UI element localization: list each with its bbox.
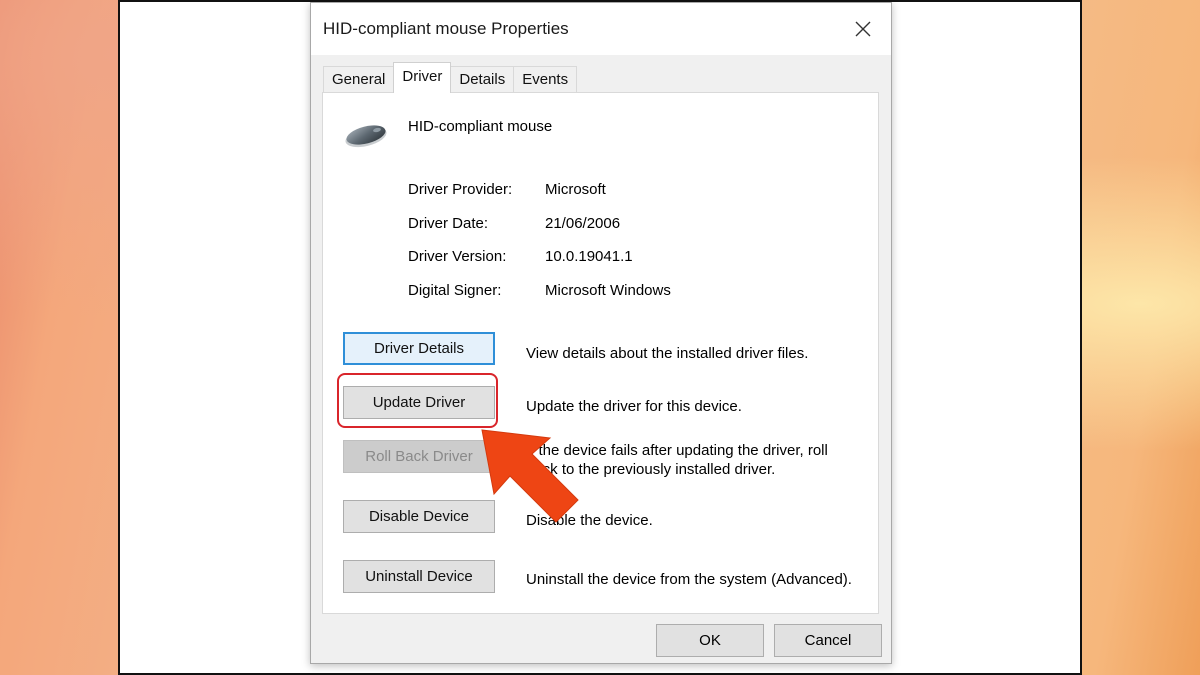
- roll-back-driver-button: Roll Back Driver: [343, 440, 495, 473]
- tab-events[interactable]: Events: [513, 66, 578, 93]
- tab-driver[interactable]: Driver: [393, 62, 452, 93]
- info-value: 10.0.19041.1: [545, 248, 633, 265]
- dialog-title: HID-compliant mouse Properties: [323, 19, 569, 38]
- device-name: HID-compliant mouse: [408, 118, 553, 135]
- tab-bar: General Driver Details Events: [323, 62, 578, 93]
- update-driver-description: Update the driver for this device.: [526, 398, 742, 415]
- info-value: 21/06/2006: [545, 214, 621, 232]
- info-label: Driver Date:: [408, 214, 489, 232]
- uninstall-device-description: Uninstall the device from the system (Ad…: [526, 571, 852, 588]
- ok-button[interactable]: OK: [656, 624, 764, 657]
- info-label: Digital Signer:: [408, 281, 502, 299]
- info-value: Microsoft: [545, 181, 606, 198]
- mouse-icon: [345, 125, 387, 148]
- uninstall-device-button[interactable]: Uninstall Device: [343, 560, 495, 593]
- tab-details[interactable]: Details: [450, 66, 515, 93]
- info-label: Driver Provider:: [408, 181, 513, 198]
- close-button[interactable]: [847, 13, 879, 45]
- title-bar: HID-compliant mouse Properties: [311, 3, 891, 55]
- properties-dialog: HID-compliant mouse Properties General D…: [310, 2, 892, 664]
- driver-details-button[interactable]: Driver Details: [343, 332, 495, 365]
- update-driver-button[interactable]: Update Driver: [343, 386, 495, 419]
- info-value: Microsoft Windows: [545, 281, 671, 299]
- tab-general[interactable]: General: [323, 66, 395, 93]
- close-icon: [855, 21, 871, 37]
- cancel-button[interactable]: Cancel: [774, 624, 882, 657]
- roll-back-driver-description: If the device fails after updating the d…: [526, 442, 828, 478]
- driver-details-description: View details about the installed driver …: [526, 345, 809, 362]
- disable-device-button[interactable]: Disable Device: [343, 500, 495, 533]
- info-label: Driver Version:: [408, 248, 507, 265]
- disable-device-description: Disable the device.: [526, 512, 653, 529]
- driver-tab-panel: HID-compliant mouse Driver Provider: Mic…: [322, 92, 879, 614]
